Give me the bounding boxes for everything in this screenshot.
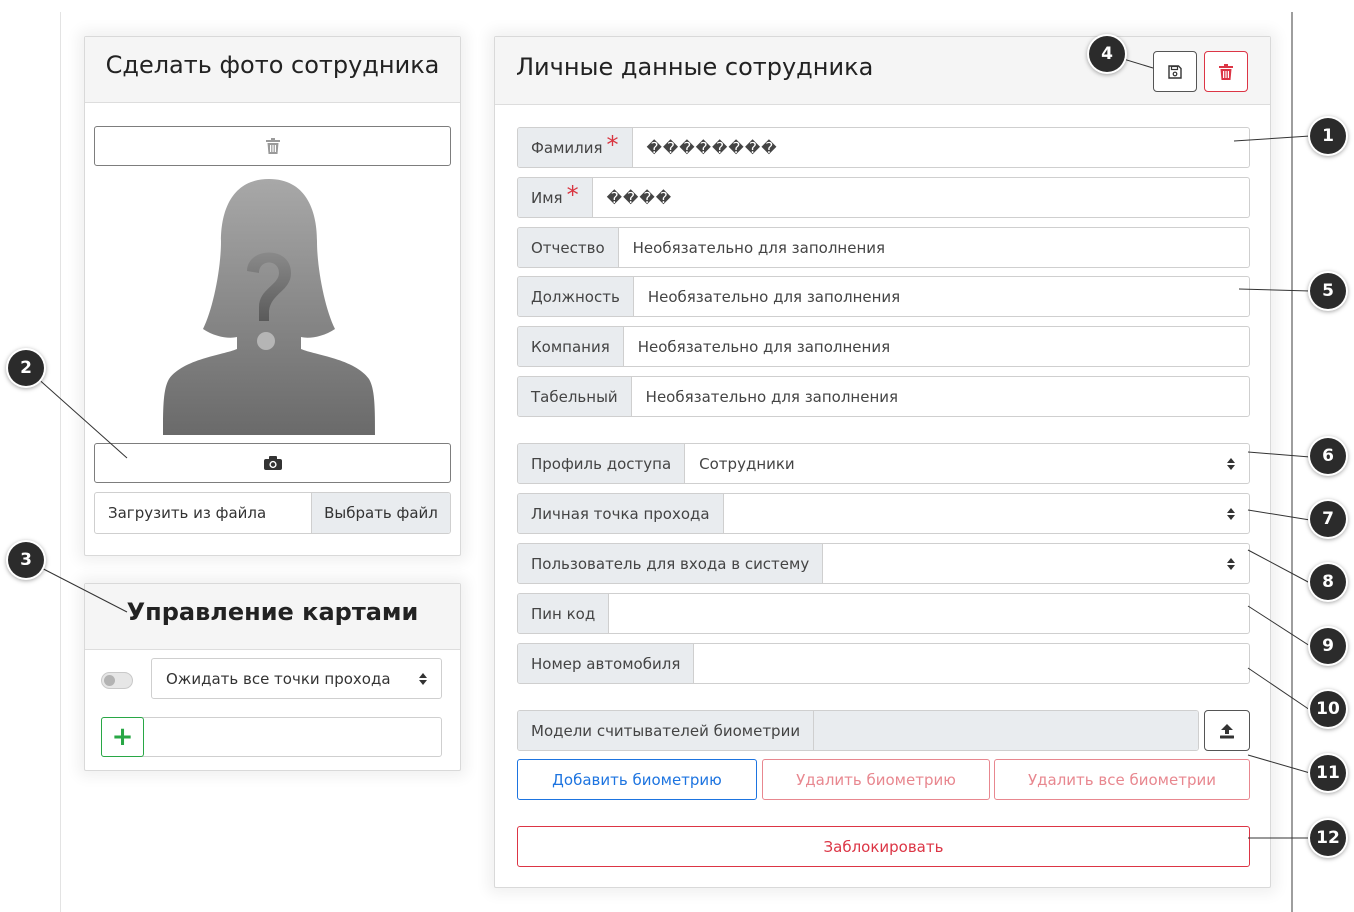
access-profile-field: Профиль доступа Сотрудники xyxy=(517,443,1250,484)
employee-photo-card: Сделать фото сотрудника Загрузить из фай… xyxy=(84,36,461,556)
personal-point-label: Личная точка прохода xyxy=(518,494,724,533)
personal-data-title: Личные данные сотрудника xyxy=(516,53,874,81)
pin-label: Пин код xyxy=(518,594,610,633)
last-name-label: Фамилия * xyxy=(518,128,633,167)
company-field: Компания Необязательно для заполнения xyxy=(517,326,1250,367)
sort-caret-icon xyxy=(1227,457,1235,470)
tab-number-field: Табельный Необязательно для заполнения xyxy=(517,376,1250,417)
callout-5: 5 xyxy=(1310,273,1346,309)
company-label: Компания xyxy=(518,327,624,366)
sort-caret-icon xyxy=(1227,507,1235,520)
delete-all-biometry-button[interactable]: Удалить все биометрии xyxy=(994,759,1250,800)
first-name-label: Имя * xyxy=(518,178,593,217)
pin-field: Пин код xyxy=(517,593,1250,634)
employee-photo-title: Сделать фото сотрудника xyxy=(105,51,440,79)
first-name-input[interactable]: ���� xyxy=(593,178,1249,217)
callout-9: 9 xyxy=(1310,628,1346,664)
biometry-models-field: Модели считывателей биометрии xyxy=(517,710,1199,751)
card-management-card: Управление картами Ожидать все точки про… xyxy=(84,583,461,771)
personal-data-header: Личные данные сотрудника xyxy=(495,37,1270,105)
card-management-header: Управление картами xyxy=(85,584,460,650)
choose-file-button[interactable]: Выбрать файл xyxy=(311,493,450,533)
last-name-label-text: Фамилия xyxy=(531,138,603,157)
required-mark: * xyxy=(566,180,579,209)
position-input[interactable]: Необязательно для заполнения xyxy=(634,277,1249,316)
access-profile-select[interactable]: Сотрудники xyxy=(685,444,1249,483)
first-name-label-text: Имя xyxy=(531,188,563,207)
upload-from-file-group[interactable]: Загрузить из файла Выбрать файл xyxy=(94,492,451,534)
floppy-disk-icon xyxy=(1168,64,1182,79)
employee-photo-card-header: Сделать фото сотрудника xyxy=(85,37,460,103)
position-label: Должность xyxy=(518,277,634,316)
first-name-field: Имя * ���� xyxy=(517,177,1250,218)
clear-photo-button[interactable] xyxy=(94,126,451,166)
access-profile-label: Профиль доступа xyxy=(518,444,686,483)
callout-4: 4 xyxy=(1089,36,1125,72)
car-number-label: Номер автомобиля xyxy=(518,644,695,683)
access-profile-value: Сотрудники xyxy=(699,454,795,473)
block-employee-button[interactable]: Заблокировать xyxy=(517,826,1250,867)
toggle-knob xyxy=(104,675,115,686)
wait-points-toggle[interactable] xyxy=(101,672,133,689)
required-mark: * xyxy=(606,130,619,159)
add-card-button[interactable]: + xyxy=(101,717,144,757)
delete-biometry-button[interactable]: Удалить биометрию xyxy=(762,759,990,800)
delete-employee-button[interactable] xyxy=(1204,51,1248,92)
callout-8: 8 xyxy=(1310,564,1346,600)
employee-photo-placeholder xyxy=(163,179,375,435)
personal-point-select[interactable] xyxy=(724,494,1249,533)
callout-3: 3 xyxy=(8,542,44,578)
company-input[interactable]: Необязательно для заполнения xyxy=(624,327,1249,366)
add-biometry-button[interactable]: Добавить биометрию xyxy=(517,759,757,800)
wait-points-select[interactable]: Ожидать все точки прохода xyxy=(151,658,442,699)
login-user-label: Пользователь для входа в систему xyxy=(518,544,824,583)
car-number-input[interactable] xyxy=(694,644,1249,683)
patronymic-label: Отчество xyxy=(518,228,619,267)
upload-biometry-button[interactable] xyxy=(1204,710,1250,751)
tab-number-input[interactable]: Необязательно для заполнения xyxy=(632,377,1249,416)
biometry-models-input xyxy=(814,711,1198,750)
login-user-field: Пользователь для входа в систему xyxy=(517,543,1250,584)
patronymic-input[interactable]: Необязательно для заполнения xyxy=(619,228,1249,267)
upload-icon xyxy=(1220,723,1234,738)
sort-caret-icon xyxy=(1227,557,1235,570)
callout-7: 7 xyxy=(1310,501,1346,537)
trash-icon xyxy=(265,138,280,154)
personal-data-card: Личные данные сотрудника Фамилия * ������… xyxy=(494,36,1271,888)
callout-10: 10 xyxy=(1310,691,1346,727)
upload-from-file-input[interactable]: Загрузить из файла xyxy=(95,493,311,533)
card-management-title: Управление картами xyxy=(126,598,419,626)
callout-6: 6 xyxy=(1310,438,1346,474)
last-name-field: Фамилия * �������� xyxy=(517,127,1250,168)
last-name-input[interactable]: �������� xyxy=(633,128,1249,167)
callout-2: 2 xyxy=(8,350,44,386)
trash-icon xyxy=(1219,63,1233,80)
login-user-select[interactable] xyxy=(823,544,1249,583)
camera-icon xyxy=(263,456,282,470)
callout-12: 12 xyxy=(1310,820,1346,856)
biometry-row: Модели считывателей биометрии xyxy=(517,710,1250,751)
sort-caret-icon xyxy=(419,672,427,685)
callout-11: 11 xyxy=(1310,755,1346,791)
take-photo-button[interactable] xyxy=(94,443,451,483)
patronymic-field: Отчество Необязательно для заполнения xyxy=(517,227,1250,268)
position-field: Должность Необязательно для заполнения xyxy=(517,276,1250,317)
personal-point-field: Личная точка прохода xyxy=(517,493,1250,534)
car-number-field: Номер автомобиля xyxy=(517,643,1250,684)
biometry-models-label: Модели считывателей биометрии xyxy=(518,711,815,750)
tab-number-label: Табельный xyxy=(518,377,632,416)
save-button[interactable] xyxy=(1153,51,1197,92)
pin-input[interactable] xyxy=(609,594,1249,633)
wait-points-select-value: Ожидать все точки прохода xyxy=(166,669,391,688)
add-card-row: + xyxy=(101,717,442,757)
callout-1: 1 xyxy=(1310,118,1346,154)
